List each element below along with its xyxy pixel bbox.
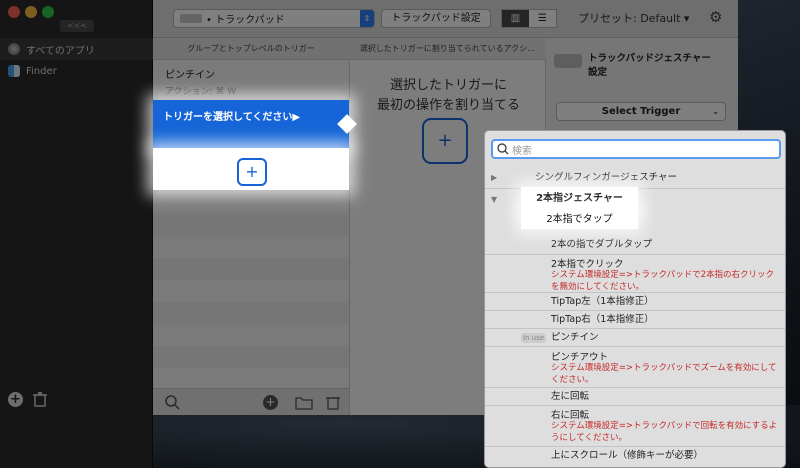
dropdown-search-input[interactable]: 検索	[491, 139, 781, 159]
item-label: 2本指でクリック	[551, 259, 624, 270]
item-pinch-out[interactable]: ピンチアウト システム環境設定=>トラックパッドでズームを有効にしてください。	[485, 349, 785, 385]
add-trigger-button-highlight[interactable]: +	[237, 158, 267, 186]
item-label: 左に回転	[551, 391, 590, 402]
divider	[485, 310, 785, 311]
select-trigger-prompt-label: トリガーを選択してください▶	[163, 112, 301, 123]
item-label: 上にスクロール（修飾キーが必要）	[551, 450, 704, 461]
item-label: TipTap左（1本指修正）	[551, 296, 654, 307]
item-scroll-up[interactable]: 上にスクロール（修飾キーが必要）	[485, 448, 785, 464]
item-warning: システム環境設定=>トラックパッドでズームを有効にしてください。	[551, 363, 777, 385]
item-label: ピンチアウト	[551, 352, 609, 363]
trigger-dropdown-menu: 検索 ▶ シングルフィンガージェスチャー ▼ 2本の指でダブルタップ 2本指でク…	[484, 130, 786, 468]
divider	[485, 328, 785, 329]
item-warning: システム環境設定=>トラックパッドで回転を有効にするようにしてください。	[551, 421, 778, 443]
item-label: ピンチイン	[551, 332, 599, 343]
item-tiptap-left[interactable]: TipTap左（1本指修正）	[485, 294, 785, 310]
divider	[485, 346, 785, 347]
item-two-finger-tap-highlight[interactable]: 2本指でタップ	[521, 210, 638, 229]
divider	[485, 446, 785, 447]
divider	[485, 292, 785, 293]
search-icon	[497, 143, 509, 155]
in-use-badge: In use	[521, 333, 547, 343]
group-single-finger[interactable]: ▶ シングルフィンガージェスチャー	[485, 169, 785, 187]
item-label: 右に回転	[551, 410, 590, 421]
divider	[485, 387, 785, 388]
item-label: 2本の指でダブルタップ	[551, 239, 653, 250]
item-warning: システム環境設定=>トラックパッドで2本指の右クリックを無効にしてください。	[551, 270, 774, 292]
divider	[485, 405, 785, 406]
disclosure-right-icon: ▶	[491, 173, 498, 182]
item-rotate-right[interactable]: 右に回転 システム環境設定=>トラックパッドで回転を有効にするようにしてください…	[485, 407, 785, 445]
search-placeholder: 検索	[512, 145, 532, 157]
item-pinch-in[interactable]: In use ピンチイン	[485, 330, 785, 346]
item-tiptap-right[interactable]: TipTap右（1本指修正）	[485, 312, 785, 328]
group-label: シングルフィンガージェスチャー	[535, 172, 678, 183]
group-two-finger-highlight[interactable]: 2本指ジェスチャー	[521, 187, 638, 210]
divider	[485, 254, 785, 255]
item-double-tap[interactable]: 2本の指でダブルタップ	[485, 237, 785, 253]
item-label: TipTap右（1本指修正）	[551, 314, 654, 325]
disclosure-down-icon: ▼	[491, 195, 498, 204]
select-trigger-prompt[interactable]: トリガーを選択してください▶	[153, 100, 349, 148]
item-rotate-left[interactable]: 左に回転	[485, 389, 785, 405]
item-two-finger-click[interactable]: 2本指でクリック システム環境設定=>トラックパッドで2本指の右クリックを無効に…	[485, 256, 785, 292]
